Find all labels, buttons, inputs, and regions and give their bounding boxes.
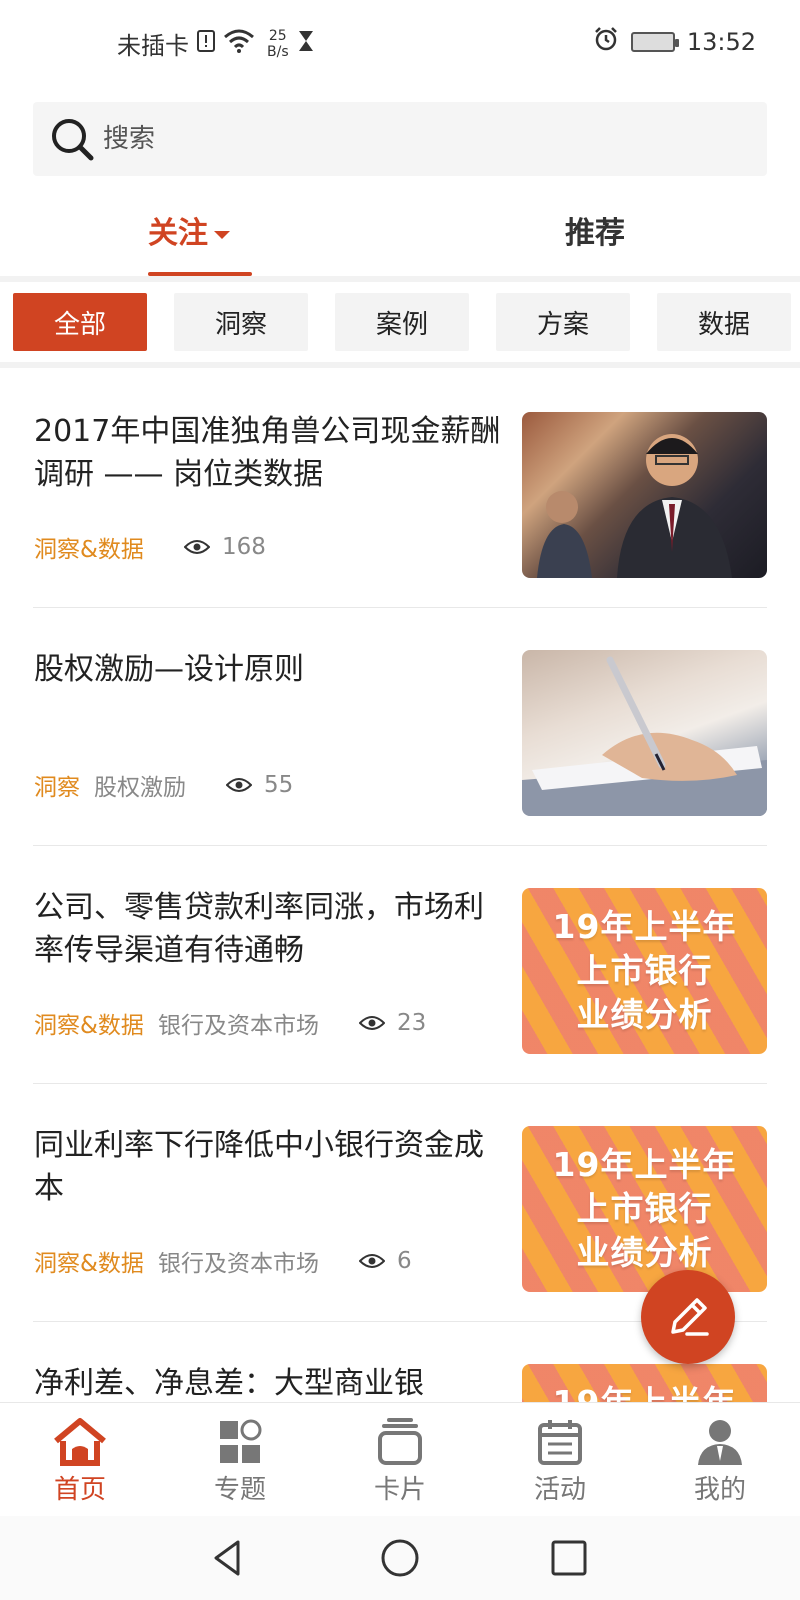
view-count: 55 — [264, 772, 294, 798]
nav-events[interactable]: 活动 — [480, 1403, 640, 1516]
pencil-icon — [671, 1298, 709, 1336]
filter-bar: 全部 洞察 案例 方案 数据 — [13, 293, 791, 351]
article-thumbnail — [522, 412, 767, 578]
nav-topics-label: 专题 — [213, 1475, 266, 1505]
eye-icon — [358, 1016, 385, 1030]
article-category: 洞察&数据 — [34, 1013, 144, 1039]
nav-home-label: 首页 — [53, 1475, 106, 1505]
eye-icon — [183, 540, 210, 554]
article-tag: 股权激励 — [94, 775, 186, 801]
system-nav-bar — [0, 1516, 800, 1600]
filter-case[interactable]: 案例 — [335, 293, 469, 351]
compose-button[interactable] — [641, 1270, 735, 1364]
article-item[interactable]: 2017年中国准独角兽公司现金薪酬调研 —— 岗位类数据 洞察&数据 168 — [0, 370, 800, 608]
view-count: 23 — [396, 1010, 427, 1036]
article-views: 55 — [226, 772, 293, 798]
article-thumbnail: 19年上半年 上市银行 业绩分析 — [522, 1364, 767, 1402]
eye-icon — [358, 1254, 385, 1268]
banner-text-line: 19年上半年 — [552, 907, 737, 946]
article-views: 6 — [358, 1248, 412, 1274]
article-views: 168 — [183, 534, 266, 560]
speed-value: 25 — [268, 27, 287, 44]
nav-home[interactable]: 首页 — [0, 1403, 160, 1516]
article-meta: 洞察 股权激励 55 — [34, 768, 293, 802]
status-right: 13:52 — [593, 26, 756, 58]
article-category: 洞察 — [34, 775, 80, 801]
article-title: 公司、零售贷款利率同涨，市场利率传导渠道有待通畅 — [34, 890, 484, 968]
banner-text-line: 业绩分析 — [576, 995, 713, 1034]
article-item[interactable]: 股权激励—设计原则 洞察 股权激励 55 — [0, 608, 800, 846]
status-bar: 未插卡 25 B/s 13:52 — [0, 0, 800, 88]
hourglass-icon — [297, 29, 315, 59]
clock-text: 13:52 — [686, 28, 756, 56]
banner-text-line: 19年上半年 — [552, 1145, 737, 1184]
bottom-nav: 首页 专题 卡片 活动 我的 — [0, 1402, 800, 1516]
home-circle-icon[interactable] — [380, 1538, 420, 1578]
article-meta: 洞察&数据 168 — [34, 530, 266, 564]
carrier-text: 未插卡 — [117, 32, 189, 60]
view-count: 6 — [396, 1248, 412, 1274]
top-tabs: 关注 推荐 — [0, 196, 800, 276]
section-divider — [0, 362, 800, 368]
search-bar[interactable] — [33, 102, 767, 176]
speed-unit: B/s — [267, 43, 289, 60]
article-title: 净利差、净息差：大型商业银 — [34, 1366, 424, 1401]
article-item[interactable]: 公司、零售贷款利率同涨，市场利率传导渠道有待通畅 洞察&数据 银行及资本市场 2… — [0, 846, 800, 1084]
recents-icon[interactable] — [549, 1538, 589, 1578]
caret-down-icon — [214, 230, 230, 239]
battery-icon — [630, 32, 679, 52]
nav-cards[interactable]: 卡片 — [320, 1403, 480, 1516]
back-icon[interactable] — [208, 1538, 248, 1578]
filter-data[interactable]: 数据 — [657, 293, 791, 351]
eye-icon — [226, 778, 252, 792]
tab-follow-label: 关注 — [148, 216, 208, 251]
sim-alert-icon — [197, 29, 215, 58]
banner-text-line: 19年上半年 — [553, 1381, 737, 1402]
article-category: 洞察&数据 — [34, 537, 144, 563]
article-title: 2017年中国准独角兽公司现金薪酬调研 —— 岗位类数据 — [34, 414, 501, 492]
profile-icon — [692, 1417, 748, 1467]
article-tag: 银行及资本市场 — [157, 1013, 319, 1039]
nav-profile-label: 我的 — [693, 1475, 746, 1505]
filter-solution[interactable]: 方案 — [496, 293, 630, 351]
article-list: 2017年中国准独角兽公司现金薪酬调研 —— 岗位类数据 洞察&数据 168 股… — [0, 370, 800, 1402]
view-count: 168 — [221, 534, 266, 560]
cards-icon — [372, 1417, 428, 1467]
article-thumbnail: 19年上半年 上市银行 业绩分析 — [522, 1126, 767, 1292]
nav-profile[interactable]: 我的 — [640, 1403, 800, 1516]
article-thumbnail: 19年上半年 上市银行 业绩分析 — [522, 888, 767, 1054]
article-title: 同业利率下行降低中小银行资金成本 — [34, 1128, 484, 1206]
banner-text-line: 上市银行 — [576, 1189, 713, 1228]
tab-recommend-label: 推荐 — [565, 216, 625, 251]
filter-all[interactable]: 全部 — [13, 293, 147, 351]
article-tag: 银行及资本市场 — [157, 1251, 319, 1277]
article-thumbnail — [522, 650, 767, 816]
article-meta: 洞察&数据 银行及资本市场 6 — [34, 1244, 412, 1278]
wifi-icon — [223, 29, 255, 59]
nav-events-label: 活动 — [533, 1475, 586, 1505]
article-views: 23 — [358, 1010, 427, 1036]
article-title: 股权激励—设计原则 — [34, 652, 304, 687]
section-divider — [0, 276, 800, 282]
search-input[interactable] — [103, 124, 703, 154]
alarm-icon — [593, 26, 619, 58]
article-category: 洞察&数据 — [34, 1251, 144, 1277]
home-icon — [52, 1417, 108, 1467]
calendar-icon — [532, 1417, 588, 1467]
filter-insight[interactable]: 洞察 — [174, 293, 308, 351]
banner-text-line: 上市银行 — [576, 951, 713, 990]
article-meta: 洞察&数据 银行及资本市场 23 — [34, 1006, 426, 1040]
search-icon — [33, 102, 103, 176]
tab-follow[interactable]: 关注 — [148, 208, 230, 252]
network-speed: 25 B/s — [267, 28, 289, 60]
tab-recommend[interactable]: 推荐 — [565, 208, 625, 252]
status-left: 未插卡 25 B/s — [117, 26, 315, 61]
nav-cards-label: 卡片 — [373, 1475, 426, 1505]
nav-topics[interactable]: 专题 — [160, 1403, 320, 1516]
topics-icon — [212, 1417, 268, 1467]
banner-text-line: 业绩分析 — [576, 1233, 713, 1272]
